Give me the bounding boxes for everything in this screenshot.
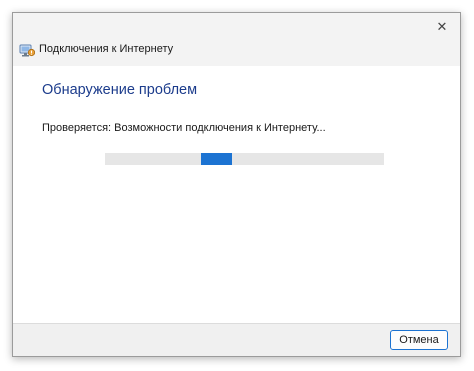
cancel-button[interactable]: Отмена (390, 330, 448, 350)
troubleshooter-window: ✕ Подключения к Интернету Обнаружение пр… (12, 12, 461, 357)
network-troubleshooter-icon (19, 42, 36, 58)
status-text: Проверяется: Возможности подключения к И… (42, 122, 326, 134)
window-title: Подключения к Интернету (39, 43, 174, 55)
progress-bar (105, 153, 384, 165)
main-content: Обнаружение проблем Проверяется: Возможн… (13, 66, 460, 324)
close-button[interactable]: ✕ (424, 13, 460, 41)
page-title: Обнаружение проблем (42, 82, 198, 98)
footer-bar: Отмена (13, 323, 460, 356)
close-icon: ✕ (436, 19, 448, 34)
title-bar: ✕ Подключения к Интернету (13, 13, 460, 66)
progress-indicator (201, 153, 232, 165)
